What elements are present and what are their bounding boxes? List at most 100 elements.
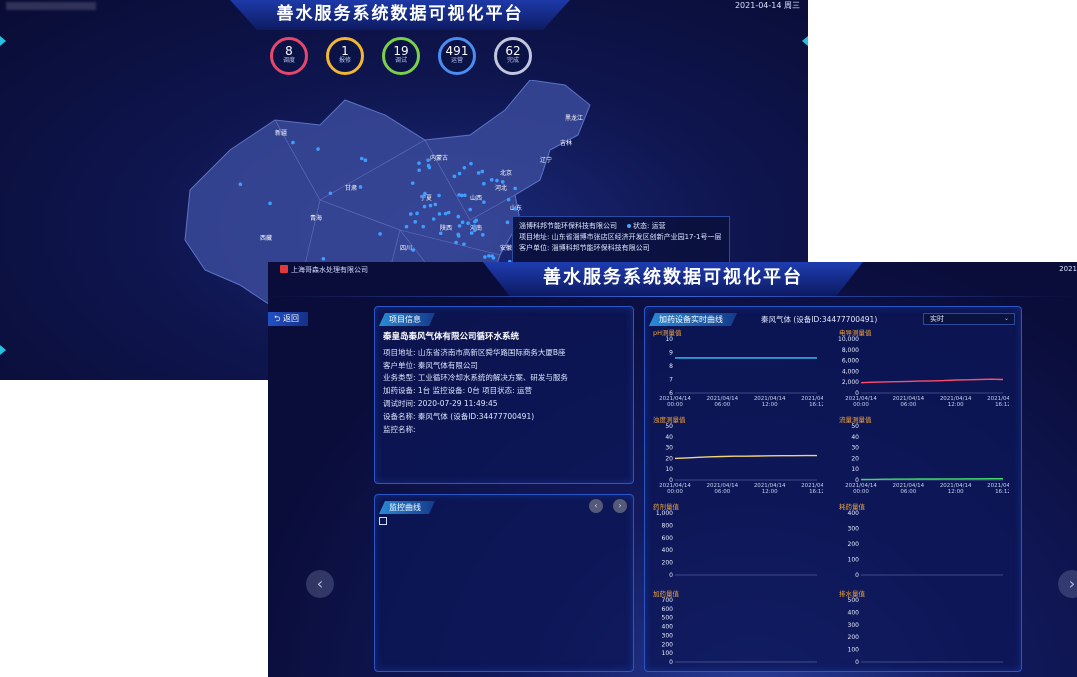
slide-right-arrow-icon[interactable]: ›: [1058, 570, 1077, 598]
map-project-dot[interactable]: [469, 161, 473, 166]
map-project-dot[interactable]: [513, 186, 517, 191]
monitor-checkbox[interactable]: [379, 517, 387, 525]
map-project-dot[interactable]: [437, 193, 441, 198]
map-project-dot[interactable]: [457, 171, 462, 176]
back-left-lower-arrow-icon[interactable]: [0, 345, 6, 355]
status-gauge[interactable]: 491 运营: [438, 37, 476, 75]
range-select[interactable]: 实时 ⌄: [923, 313, 1015, 325]
map-project-dot[interactable]: [437, 212, 442, 216]
map-project-dot[interactable]: [462, 242, 466, 246]
map-project-dot[interactable]: [316, 147, 320, 151]
map-project-dot[interactable]: [506, 197, 511, 202]
map-project-dot[interactable]: [359, 156, 364, 161]
map-project-dot[interactable]: [487, 254, 491, 258]
y-tick-label: 500: [662, 615, 674, 622]
map-project-dot[interactable]: [500, 180, 505, 184]
blurred-header-text: [6, 2, 96, 10]
map-project-dot[interactable]: [482, 200, 486, 204]
y-tick-label: 10: [665, 466, 673, 473]
map-project-dot[interactable]: [452, 174, 457, 179]
metric-chart: 浊度测量值 50 40 30 20 10 0 2021/04/14 00:00 2021/04/1…: [651, 414, 823, 496]
status-gauge[interactable]: 8 调度: [270, 37, 308, 75]
map-project-dot[interactable]: [495, 178, 499, 183]
project-info-line: 设备名称: 秦风气体 (设备ID:34477700491): [383, 411, 535, 421]
map-project-dot[interactable]: [415, 211, 419, 216]
y-tick-label: 100: [662, 650, 674, 657]
map-project-dot[interactable]: [238, 182, 243, 187]
map-project-dot[interactable]: [417, 168, 421, 173]
status-gauge[interactable]: 19 调试: [382, 37, 420, 75]
map-project-dot[interactable]: [321, 257, 326, 261]
map-project-dot[interactable]: [490, 254, 495, 258]
map-project-dot[interactable]: [421, 224, 426, 229]
map-project-dot[interactable]: [411, 248, 416, 252]
map-project-dot[interactable]: [463, 193, 467, 198]
map-project-dot[interactable]: [378, 232, 382, 236]
chart-canvas: 504030201002021/04/14 00:002021/04/14 06:0…: [659, 423, 823, 495]
map-project-dot[interactable]: [480, 169, 485, 174]
map-project-dot[interactable]: [410, 181, 415, 185]
map-project-dot[interactable]: [426, 158, 430, 162]
map-project-dot[interactable]: [476, 171, 481, 175]
map-project-dot[interactable]: [513, 206, 517, 211]
next-page-button[interactable]: ›: [613, 499, 627, 513]
map-project-dot[interactable]: [482, 181, 486, 186]
map-project-dot[interactable]: [472, 228, 477, 233]
map-project-dot[interactable]: [404, 224, 409, 229]
map-project-dot[interactable]: [454, 240, 458, 245]
y-tick-label: 200: [848, 634, 860, 641]
chart-canvas: 1098762021/04/14 00:002021/04/14 06:002021…: [659, 336, 823, 408]
status-gauge[interactable]: 1 报修: [326, 37, 364, 75]
map-project-dot[interactable]: [408, 212, 413, 216]
map-project-dot[interactable]: [428, 203, 433, 208]
map-project-dot[interactable]: [468, 207, 472, 212]
map-project-dot[interactable]: [363, 158, 368, 163]
slide-left-arrow-icon[interactable]: ‹: [306, 570, 334, 598]
map-project-dot[interactable]: [328, 191, 333, 196]
y-tick-label: 7: [669, 377, 673, 384]
map-project-dot[interactable]: [438, 231, 443, 236]
back-left-arrow-icon[interactable]: [0, 36, 6, 46]
map-project-dot[interactable]: [474, 218, 479, 223]
map-project-dot[interactable]: [417, 161, 421, 165]
map-project-dot[interactable]: [443, 211, 448, 216]
map-province-label: 甘肃: [345, 184, 357, 192]
map-project-dot[interactable]: [456, 214, 461, 219]
back-right-arrow-icon[interactable]: [802, 36, 808, 46]
map-project-dot[interactable]: [459, 193, 464, 198]
map-project-dot[interactable]: [291, 140, 295, 145]
map-project-dot[interactable]: [466, 221, 470, 226]
x-tick-label: 2021/04/14 00:00: [659, 396, 691, 408]
map-project-dot[interactable]: [505, 220, 510, 225]
map-project-dot[interactable]: [431, 217, 436, 221]
y-tick-label: 800: [662, 522, 674, 529]
map-project-dot[interactable]: [469, 231, 474, 235]
map-project-dot[interactable]: [489, 177, 494, 182]
map-project-dot[interactable]: [422, 204, 427, 209]
status-gauge[interactable]: 62 完成: [494, 37, 532, 75]
map-project-dot[interactable]: [358, 185, 363, 189]
map-project-dot[interactable]: [446, 210, 451, 215]
back-button-label: 返回: [282, 314, 299, 323]
map-project-dot[interactable]: [433, 202, 438, 207]
map-project-dot[interactable]: [457, 224, 462, 228]
y-tick-label: 4,000: [842, 368, 859, 375]
map-project-dot[interactable]: [481, 233, 485, 237]
map-province-label: 辽宁: [540, 156, 552, 164]
map-project-dot[interactable]: [423, 191, 427, 196]
map-project-dot[interactable]: [456, 232, 461, 237]
map-province-label: 安徽: [500, 244, 512, 252]
map-project-dot[interactable]: [420, 194, 425, 199]
y-tick-label: 40: [851, 434, 859, 441]
gauge-value: 19: [393, 44, 409, 58]
back-button[interactable]: ⮌ 返回: [268, 312, 308, 326]
map-project-dot[interactable]: [462, 166, 467, 170]
y-tick-label: 400: [662, 547, 674, 554]
map-project-dot[interactable]: [413, 220, 418, 224]
map-project-dot[interactable]: [472, 224, 477, 228]
map-project-dot[interactable]: [460, 220, 465, 224]
map-project-dot[interactable]: [426, 163, 431, 168]
map-project-dot[interactable]: [268, 201, 272, 206]
map-project-dot[interactable]: [483, 255, 487, 259]
prev-page-button[interactable]: ‹: [589, 499, 603, 513]
